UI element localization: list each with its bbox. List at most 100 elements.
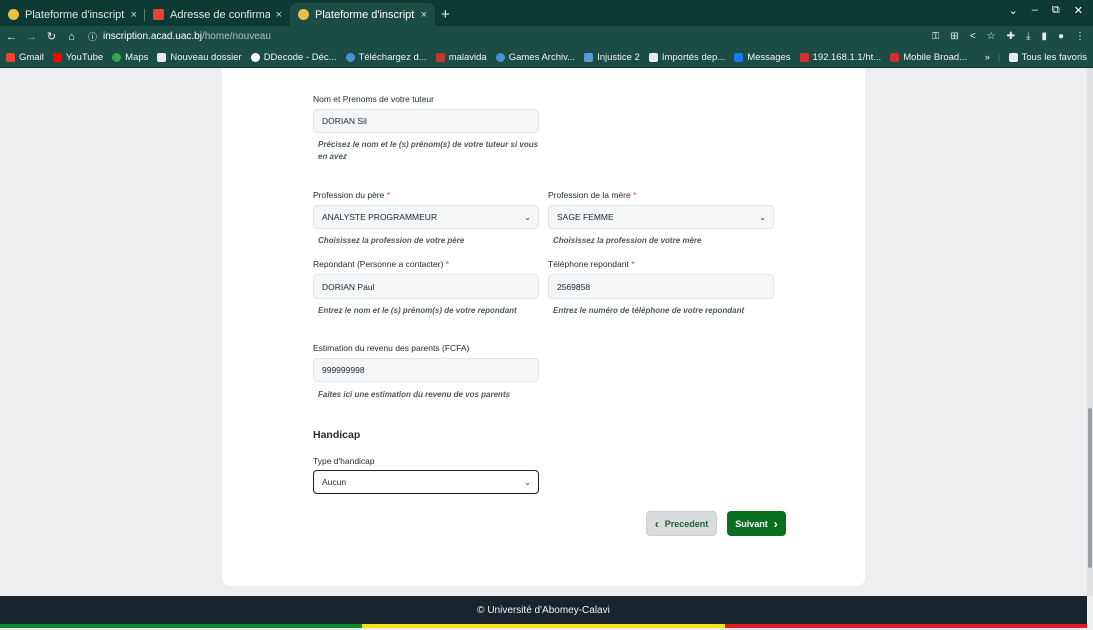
ddecode-icon [250, 52, 260, 62]
folder-icon [1008, 52, 1018, 62]
handicap-type-select[interactable]: Aucun ⌄ [313, 470, 539, 494]
side-panel-icon[interactable]: ▮ [1041, 31, 1047, 42]
tutor-label: Nom et Prenoms de votre tuteur [313, 94, 434, 104]
close-tab-icon[interactable]: × [276, 9, 282, 21]
contact-hint: Entrez le nom et le (s) prénom(s) de vot… [318, 306, 517, 315]
previous-button[interactable]: ‹ Precedent [646, 511, 717, 536]
benin-flag-stripe [0, 624, 1087, 628]
bookmark-folder[interactable]: Nouveau dossier [157, 51, 242, 63]
father-profession-select[interactable]: ANALYSTE PROGRAMMEUR ⌄ [313, 205, 539, 229]
bookmark-gmail[interactable]: Gmail [6, 52, 44, 63]
browser-tab-bar: Plateforme d'inscription × Adresse de co… [0, 0, 1093, 26]
bookmark-label: Tous les favoris [1021, 51, 1087, 63]
bookmark-label: DDecode - Déc... [263, 51, 337, 63]
mother-profession-select[interactable]: SAGE FEMME ⌄ [548, 205, 774, 229]
share-icon[interactable]: < [970, 31, 976, 42]
page-scrollbar[interactable] [1087, 68, 1093, 596]
new-tab-button[interactable]: + [435, 6, 458, 26]
bookmark-label: Games Archiv... [508, 51, 576, 63]
footer-copyright: © Université d'Abomey-Calavi [477, 604, 610, 616]
forward-icon[interactable]: → [23, 31, 40, 43]
handicap-type-label: Type d'handicap [313, 456, 375, 466]
games-icon [495, 52, 505, 62]
tutor-input[interactable]: DORIAN Sil [313, 109, 539, 133]
flag-green [0, 624, 363, 628]
bookmark-mobile-broadband[interactable]: Mobile Broad... [890, 52, 967, 63]
bookmark-star-icon[interactable]: ☆ [987, 31, 996, 42]
bookmark-ddecode[interactable]: DDecode - Déc... [250, 51, 337, 63]
contact-phone-label: Téléphone repondant * [548, 259, 635, 269]
key-icon[interactable]: ⚿ [932, 31, 940, 42]
bookmark-label: Maps [125, 51, 149, 63]
bookmark-label: Messages [747, 51, 791, 63]
maps-icon [112, 52, 122, 62]
bookmarks-bar: Gmail YouTube Maps Nouveau dossier DDeco… [0, 47, 1093, 68]
bookmark-label: YouTube [65, 51, 104, 63]
page-footer: © Université d'Abomey-Calavi [0, 596, 1087, 624]
translate-icon[interactable]: ⊞ [950, 31, 958, 42]
previous-button-label: Precedent [664, 518, 709, 529]
site-info-icon[interactable]: ⓘ [88, 30, 97, 43]
bookmark-imported[interactable]: Importés dep... [648, 51, 726, 63]
gmail-favicon-icon [153, 9, 164, 20]
tab-title: Plateforme d'inscription [25, 8, 125, 21]
bookmark-label: Importés dep... [661, 51, 726, 63]
home-icon[interactable]: ⌂ [63, 31, 80, 43]
bookmarks-overflow-icon[interactable]: » [985, 52, 990, 63]
contact-phone-input[interactable]: 2569858 [548, 274, 774, 299]
tab-inscription-1[interactable]: Plateforme d'inscription × [0, 3, 145, 26]
bookmark-maps[interactable]: Maps [112, 52, 148, 63]
tab-title: Plateforme d'inscription [315, 8, 415, 21]
bookmark-youtube[interactable]: YouTube [52, 51, 104, 63]
extensions-icon[interactable]: ✚ [1007, 31, 1015, 42]
chevron-down-icon: ⌄ [524, 213, 531, 222]
bookmark-messages[interactable]: Messages [734, 51, 791, 63]
tab-inscription-active[interactable]: Plateforme d'inscription × [290, 3, 435, 26]
download-icon[interactable]: ⤓ [1026, 31, 1030, 42]
bookmark-games[interactable]: Games Archiv... [495, 51, 576, 63]
download-site-icon [345, 52, 355, 62]
contact-phone-hint: Entrez le numéro de téléphone de votre r… [553, 306, 745, 315]
close-tab-icon[interactable]: × [421, 9, 427, 21]
next-button-label: Suivant [735, 518, 768, 529]
huawei-icon [890, 52, 900, 62]
tab-search-icon[interactable]: ⌄ [1009, 4, 1018, 17]
tutor-hint: Précisez le nom et le (s) prénom(s) de v… [318, 140, 539, 161]
menu-icon[interactable]: ⋮ [1075, 31, 1085, 42]
bookmark-label: Mobile Broad... [903, 51, 968, 63]
restore-icon[interactable]: ⧉ [1052, 4, 1060, 17]
contact-label: Repondant (Personne a contacter) * [313, 259, 450, 269]
bookmark-router[interactable]: 192.168.1.1/ht... [799, 52, 881, 63]
url-host: inscription.acad.uac.bj [103, 31, 202, 42]
site-favicon-icon [8, 9, 19, 20]
bookmark-injustice[interactable]: Injustice 2 [584, 52, 640, 63]
back-icon[interactable]: ← [3, 31, 20, 43]
bookmark-label: malavida [448, 51, 487, 63]
bookmark-label: Gmail [19, 51, 44, 63]
profile-avatar-icon[interactable]: ● [1058, 31, 1064, 42]
income-input[interactable]: 999999998 [313, 358, 539, 382]
divider: | [998, 51, 1001, 63]
facebook-icon [734, 52, 744, 62]
tab-gmail[interactable]: Adresse de confirmation × [145, 3, 290, 26]
toolbar-actions: ⚿ ⊞ < ☆ ✚ ⤓ ▮ ● ⋮ [932, 31, 1093, 42]
bookmark-label: Nouveau dossier [170, 51, 242, 63]
close-window-icon[interactable]: ✕ [1074, 4, 1083, 17]
address-bar[interactable]: ⓘ inscription.acad.uac.bj/home/nouveau [88, 30, 271, 43]
all-bookmarks-folder[interactable]: Tous les favoris [1008, 51, 1087, 63]
contact-input[interactable]: DORIAN Paul [313, 274, 539, 299]
reload-icon[interactable]: ↻ [43, 30, 60, 43]
url-path: /home/nouveau [201, 31, 271, 42]
next-button[interactable]: Suivant › [727, 511, 786, 536]
minimize-icon[interactable]: ‒ [1032, 4, 1038, 17]
income-hint: Faites ici une estimation du revenu de v… [318, 390, 511, 399]
huawei-icon [799, 52, 809, 62]
chevron-right-icon: › [773, 516, 778, 531]
gmail-icon [6, 52, 15, 62]
mother-profession-hint: Choisissez la profession de votre mère [553, 236, 702, 245]
bookmark-malavida[interactable]: malavida [435, 51, 487, 63]
folder-icon [157, 52, 167, 62]
scrollbar-thumb[interactable] [1088, 408, 1092, 568]
close-tab-icon[interactable]: × [131, 9, 137, 21]
bookmark-telechargez[interactable]: Téléchargez d... [345, 52, 427, 63]
